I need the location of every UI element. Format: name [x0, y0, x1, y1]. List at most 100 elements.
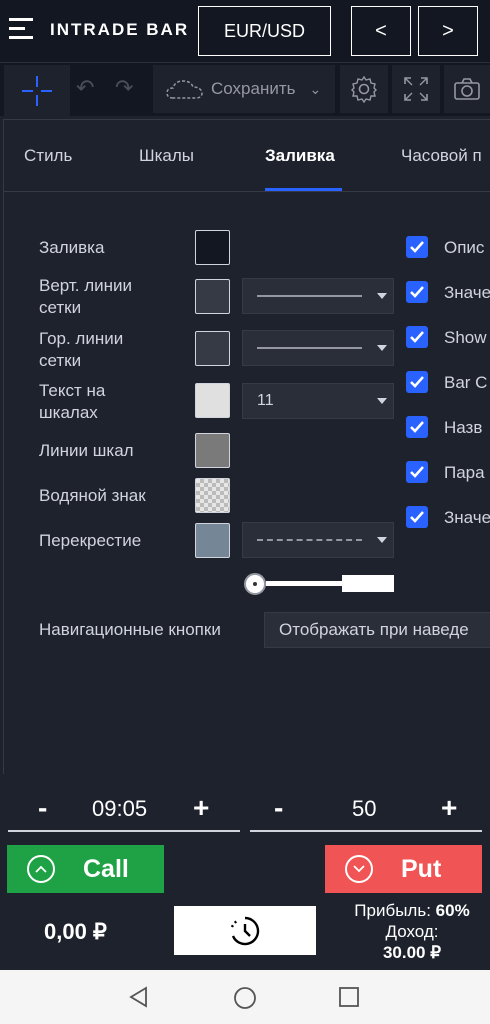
menu-icon[interactable]	[9, 18, 35, 44]
checkbox-6-label: Пара	[444, 463, 485, 482]
check-icon	[410, 511, 424, 523]
check-icon	[410, 466, 424, 478]
horz-grid-line-style-select[interactable]	[242, 330, 394, 366]
timer-icon	[230, 916, 260, 945]
tab-style[interactable]: Стиль	[24, 146, 72, 166]
active-tab-indicator	[265, 188, 342, 191]
call-button[interactable]: Call	[7, 845, 164, 893]
time-value[interactable]: 09:05	[92, 796, 147, 822]
scale-lines-label: Линии шкал	[39, 441, 134, 460]
save-label: Сохранить	[211, 79, 296, 98]
watermark-color-swatch[interactable]	[195, 478, 230, 513]
profit-label: Прибыль:	[354, 901, 431, 920]
chart-settings-dialog: Стиль Шкалы Заливка Часовой п Заливка Ве…	[3, 119, 490, 774]
chevron-down-icon	[345, 855, 373, 883]
checkbox-4[interactable]	[406, 371, 428, 393]
vert-grid-line-style-select[interactable]	[242, 278, 394, 314]
gear-icon	[351, 75, 377, 103]
asset-pair-button[interactable]: EUR/USD	[198, 6, 331, 56]
tab-scales[interactable]: Шкалы	[139, 146, 194, 166]
top-header: INTRADE BAR EUR/USD < >	[0, 0, 490, 62]
redo-icon[interactable]: ↷	[115, 75, 133, 101]
slider-handle[interactable]	[244, 573, 266, 595]
amount-plus-button[interactable]: +	[441, 792, 457, 824]
trade-panel: - 09:05 + - 50 + Call Put 0,00 ₽ Прибыль…	[0, 774, 490, 970]
expand-icon	[404, 77, 428, 101]
fill-color-swatch[interactable]	[195, 230, 230, 265]
tab-fill[interactable]: Заливка	[265, 146, 335, 166]
cloud-icon	[166, 80, 203, 99]
put-label: Put	[401, 854, 442, 883]
caret-down-icon	[377, 537, 387, 543]
crosshair-line-style-select[interactable]	[242, 522, 394, 558]
check-icon	[410, 376, 424, 388]
fullscreen-button[interactable]	[392, 65, 440, 113]
check-icon	[410, 331, 424, 343]
checkbox-5-label: Назв	[444, 418, 483, 437]
vert-grid-color-swatch[interactable]	[195, 279, 230, 314]
screenshot-button[interactable]	[444, 65, 490, 113]
home-icon[interactable]	[233, 986, 257, 1010]
save-layout-button[interactable]: Сохранить ⌄	[153, 65, 335, 113]
brand-logo: INTRADE BAR	[50, 20, 190, 39]
undo-icon[interactable]: ↶	[76, 75, 94, 101]
font-size-select[interactable]: 11	[242, 383, 394, 419]
settings-button[interactable]	[340, 65, 388, 113]
settings-tabs: Стиль Шкалы Заливка Часовой п	[4, 120, 490, 192]
checkbox-7[interactable]	[406, 506, 428, 528]
scale-lines-color-swatch[interactable]	[195, 433, 230, 468]
slider-track-thin	[266, 581, 342, 586]
amount-stepper: - 50 +	[250, 782, 482, 832]
watermark-label: Водяной знак	[39, 486, 146, 505]
caret-down-icon	[377, 398, 387, 404]
font-size-value: 11	[257, 392, 274, 409]
amount-minus-button[interactable]: -	[274, 792, 283, 824]
profit-info: Прибыль: 60% Доход: 30.00 ₽	[338, 900, 486, 963]
crosshair-color-swatch[interactable]	[195, 523, 230, 558]
scale-text-label: Текст на шкалах	[39, 381, 106, 422]
back-icon[interactable]	[128, 986, 150, 1008]
check-icon	[410, 421, 424, 433]
crosshair-tool-button[interactable]	[4, 65, 70, 117]
nav-buttons-select[interactable]: Отображать при наведе	[264, 612, 490, 648]
next-asset-button[interactable]: >	[418, 6, 478, 56]
checkbox-3-label: Show	[444, 328, 487, 347]
crosshair-label: Перекрестие	[39, 531, 142, 550]
expiry-timer-button[interactable]	[174, 906, 316, 955]
slider-track-thick	[342, 575, 394, 592]
put-button[interactable]: Put	[325, 845, 482, 893]
income-label: Доход:	[385, 922, 439, 941]
checkbox-5[interactable]	[406, 416, 428, 438]
profit-value: 60%	[435, 901, 470, 920]
fill-label: Заливка	[39, 238, 105, 257]
checkbox-7-label: Значе	[444, 508, 490, 527]
caret-down-icon	[377, 293, 387, 299]
horz-grid-color-swatch[interactable]	[195, 331, 230, 366]
system-nav-bar	[0, 970, 490, 1024]
call-label: Call	[83, 854, 129, 883]
scale-text-color-swatch[interactable]	[195, 383, 230, 418]
checkbox-1-label: Опис	[444, 238, 485, 257]
prev-asset-button[interactable]: <	[351, 6, 411, 56]
chevron-down-icon: ⌄	[309, 80, 322, 97]
checkbox-2[interactable]	[406, 281, 428, 303]
checkbox-4-label: Bar C	[444, 373, 488, 392]
amount-value[interactable]: 50	[352, 796, 376, 822]
check-icon	[410, 241, 424, 253]
camera-icon	[454, 78, 480, 100]
nav-buttons-label: Навигационные кнопки	[39, 620, 221, 639]
crosshair-width-slider[interactable]	[242, 570, 394, 596]
checkbox-3[interactable]	[406, 326, 428, 348]
checkbox-6[interactable]	[406, 461, 428, 483]
time-plus-button[interactable]: +	[193, 792, 209, 824]
chevron-up-icon	[27, 855, 55, 883]
chart-toolbar: ↶ ↷ Сохранить ⌄	[0, 62, 490, 117]
check-icon	[410, 286, 424, 298]
checkbox-2-label: Значе	[444, 283, 490, 302]
checkbox-1[interactable]	[406, 236, 428, 258]
tab-timezone[interactable]: Часовой п	[401, 146, 482, 166]
income-value: 30.00 ₽	[382, 943, 442, 962]
recents-icon[interactable]	[339, 987, 359, 1007]
vert-grid-label: Верт. линии сетки	[39, 276, 133, 317]
time-minus-button[interactable]: -	[38, 792, 47, 824]
